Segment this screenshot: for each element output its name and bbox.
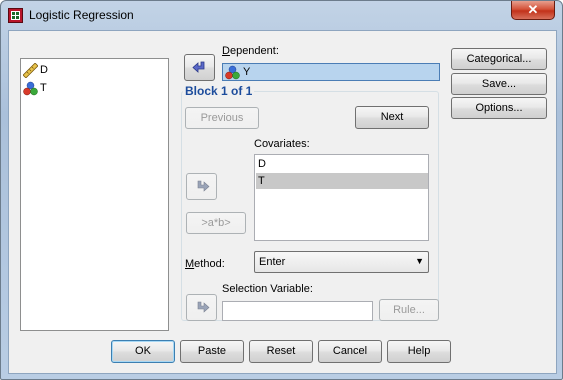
- next-label: Next: [380, 111, 404, 123]
- dependent-value: Y: [243, 66, 251, 78]
- rule-label: Rule...: [393, 304, 425, 316]
- covariates-list[interactable]: D T: [254, 154, 429, 241]
- block-title: Block 1 of 1: [183, 84, 255, 98]
- options-button[interactable]: Options...: [451, 97, 547, 119]
- dependent-label-rest: ependent:: [229, 45, 279, 57]
- chevron-down-icon: ▼: [415, 256, 424, 266]
- covariates-label: Covariates:: [254, 138, 310, 150]
- covariate-label: D: [258, 158, 266, 170]
- help-label: Help: [407, 345, 431, 357]
- move-to-covariates-button[interactable]: [186, 173, 217, 200]
- dialog-window: Logistic Regression ✕ D T Dependent: Y B…: [0, 0, 563, 380]
- close-button[interactable]: ✕: [511, 1, 555, 20]
- arrow-right-icon: [197, 301, 210, 313]
- arrow-right-icon: [197, 180, 210, 192]
- arrow-left-icon: [192, 61, 205, 73]
- app-icon: [8, 8, 23, 23]
- dependent-field[interactable]: Y: [222, 63, 440, 81]
- options-label: Options...: [475, 102, 523, 114]
- save-button[interactable]: Save...: [451, 73, 547, 95]
- interaction-button[interactable]: >a*b>: [186, 212, 246, 234]
- ok-button[interactable]: OK: [111, 340, 175, 363]
- paste-button[interactable]: Paste: [180, 340, 244, 363]
- method-value: Enter: [259, 256, 286, 268]
- categorical-label: Categorical...: [466, 53, 532, 65]
- source-variable-label: T: [40, 82, 47, 94]
- ok-label: OK: [135, 345, 151, 357]
- covariate-item-selected[interactable]: T: [256, 173, 428, 189]
- source-variable-t[interactable]: T: [21, 80, 161, 97]
- covariate-label: T: [258, 175, 265, 187]
- reset-button[interactable]: Reset: [249, 340, 313, 363]
- rule-button[interactable]: Rule...: [379, 299, 439, 321]
- dependent-label-mnemonic: D: [222, 45, 230, 57]
- source-variable-label: D: [40, 64, 48, 76]
- source-variable-list[interactable]: D T: [20, 58, 169, 331]
- selection-variable-field[interactable]: [222, 301, 373, 321]
- previous-label: Previous: [200, 112, 244, 124]
- paste-label: Paste: [197, 345, 227, 357]
- nominal-balls-icon: [225, 65, 240, 80]
- move-to-selection-button[interactable]: [186, 294, 217, 321]
- source-variable-d[interactable]: D: [21, 62, 161, 79]
- method-label: Method:: [185, 258, 225, 270]
- selection-variable-label: Selection Variable:: [222, 283, 313, 295]
- ruler-scale-icon: [23, 63, 38, 78]
- nominal-balls-icon: [23, 81, 38, 96]
- help-button[interactable]: Help: [387, 340, 451, 363]
- method-label-rest: ethod:: [194, 258, 225, 270]
- move-to-dependent-button[interactable]: [184, 54, 215, 81]
- method-label-mnemonic: M: [185, 258, 195, 270]
- covariate-item[interactable]: D: [256, 156, 428, 172]
- cancel-label: Cancel: [332, 345, 368, 357]
- close-icon: ✕: [527, 2, 539, 17]
- title-bar[interactable]: Logistic Regression ✕: [1, 1, 562, 29]
- dependent-label: Dependent:: [222, 45, 279, 57]
- previous-button[interactable]: Previous: [185, 107, 259, 129]
- save-label: Save...: [481, 78, 517, 90]
- categorical-button[interactable]: Categorical...: [451, 48, 547, 70]
- interaction-label: >a*b>: [201, 217, 231, 229]
- method-select[interactable]: Enter ▼: [254, 251, 429, 273]
- dialog-body: D T Dependent: Y Block 1 of 1 Previous N…: [8, 30, 557, 374]
- next-button[interactable]: Next: [355, 106, 429, 129]
- cancel-button[interactable]: Cancel: [318, 340, 382, 363]
- window-title: Logistic Regression: [29, 8, 134, 22]
- reset-label: Reset: [266, 345, 296, 357]
